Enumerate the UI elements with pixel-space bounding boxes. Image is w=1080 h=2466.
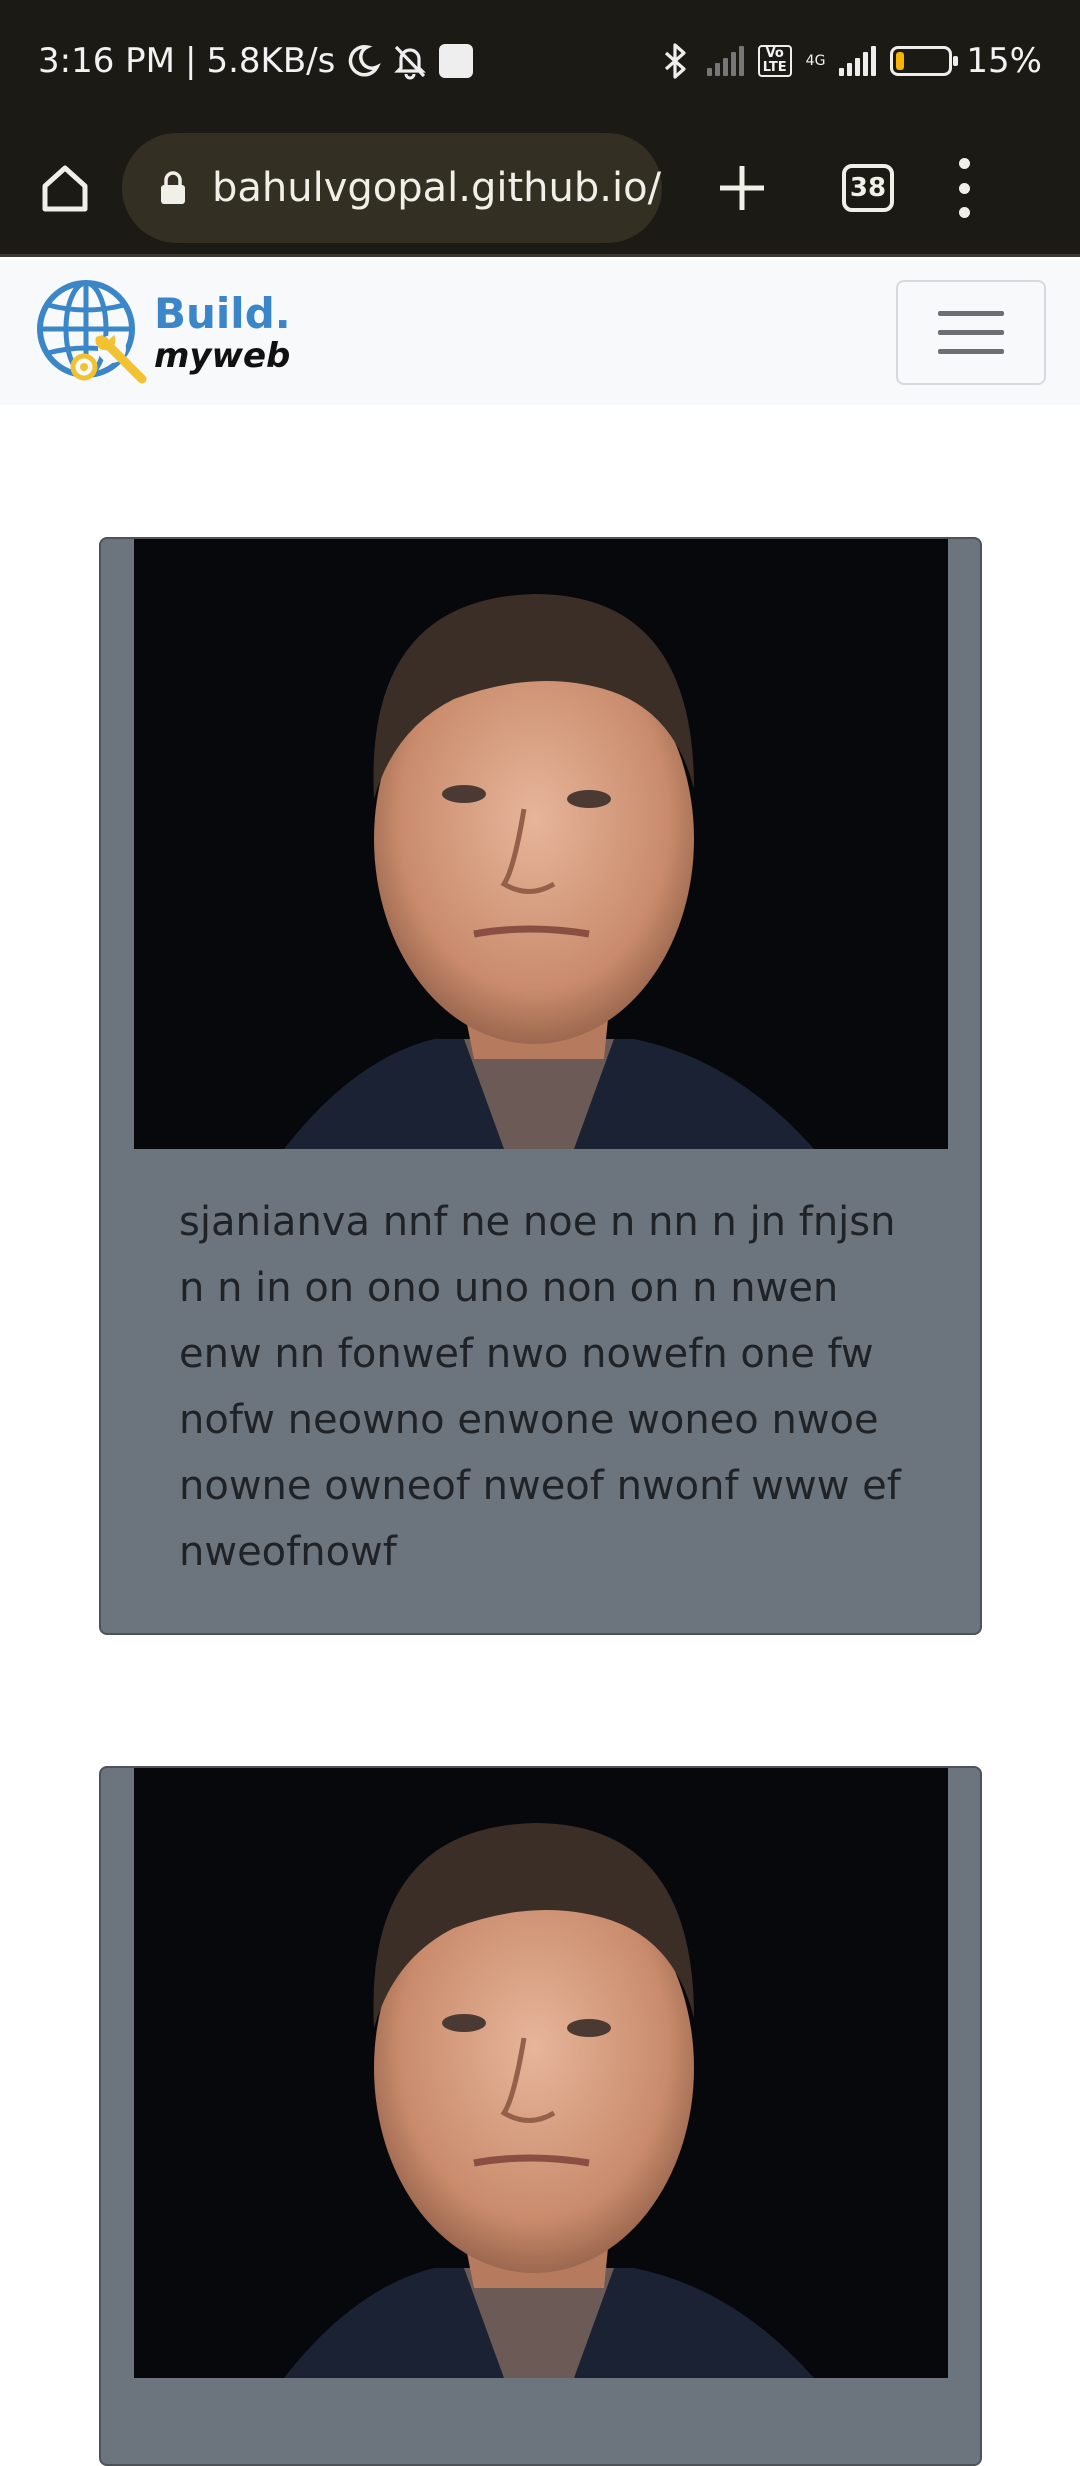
tabs-button[interactable]: 38 [842,164,894,212]
home-button[interactable] [30,153,100,223]
globe-wrench-logo-icon [37,279,147,383]
tab-count: 38 [849,173,887,203]
menu-dot [958,207,970,218]
status-bar: 3:16 PM | 5.8KB/s Vo LTE 4G 15% [0,0,1080,122]
address-bar[interactable]: bahulvgopal.github.io/ [122,133,662,243]
status-time: 3:16 PM [38,41,175,81]
card-image [134,1768,948,2378]
moon-icon [345,43,382,79]
lock-icon [158,170,188,206]
navbar-toggler-button[interactable] [896,280,1046,385]
status-separator: | [185,41,197,81]
battery-icon [890,46,959,76]
new-tab-button[interactable] [712,158,772,218]
volte-badge: Vo LTE [757,45,792,77]
network-indicator: 4G [806,54,826,68]
brand-link[interactable]: Build. myweb [34,275,291,391]
network-type: 4G [805,53,826,69]
card-image [134,539,948,1149]
status-left: 3:16 PM | 5.8KB/s [38,41,474,81]
portrait-photo-icon [134,1768,948,2378]
battery-percent: 15% [966,41,1042,81]
menu-dot [958,158,970,169]
card [99,1766,982,2466]
battery-level [896,52,905,70]
signal-icon-sim1 [706,46,744,76]
status-right: Vo LTE 4G 15% [659,41,1042,81]
browser-toolbar: bahulvgopal.github.io/ 38 [0,122,1080,257]
status-speed: 5.8KB/s [206,41,336,81]
hamburger-line [938,330,1004,335]
signal-icon-sim2 [839,46,877,76]
url-text: bahulvgopal.github.io/ [212,165,662,211]
plus-icon [720,166,764,210]
portrait-photo-icon [134,539,948,1149]
hamburger-line [938,349,1004,354]
menu-dot [958,182,970,194]
brand-title: Build. [154,288,291,338]
brand-text: Build. myweb [154,288,291,376]
hamburger-line [938,311,1004,316]
card-text: sjanianva nnf ne noe n nn n jn fnjsn n n… [179,1199,901,1575]
notification-square-icon [439,44,474,78]
bluetooth-icon [659,41,693,81]
brand-subtitle: myweb [154,335,291,376]
card: sjanianva nnf ne noe n nn n jn fnjsn n n… [99,537,982,1635]
menu-dots-button[interactable] [954,158,974,218]
home-icon [42,165,88,212]
mute-bell-icon [391,42,429,80]
site-navbar: Build. myweb [0,260,1080,405]
